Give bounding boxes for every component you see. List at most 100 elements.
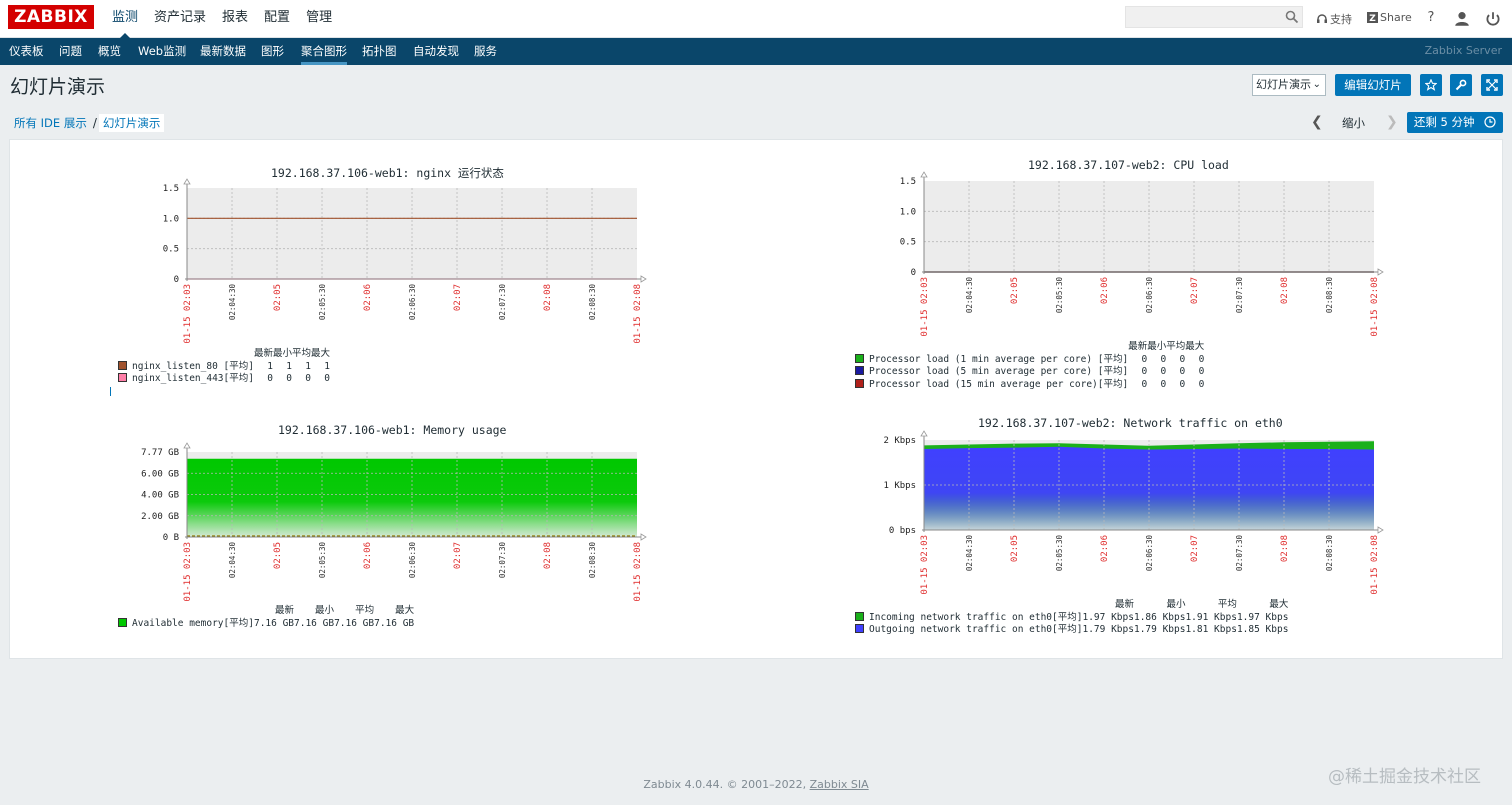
help-icon[interactable]: ? [1422, 9, 1440, 27]
edit-slideshow-button[interactable]: 编辑幻灯片 [1335, 74, 1411, 96]
legend-item-name-cell: nginx_listen_80 [118, 360, 224, 374]
x-tick-label: 01-15 02:03 [183, 542, 193, 602]
legend-func: [平均] [1052, 611, 1083, 623]
x-tick-label: 02:08 [543, 284, 553, 311]
legend-last: 0 [1141, 378, 1148, 390]
select-value: 幻灯片演示 [1256, 78, 1311, 91]
legend-min: 1.79 Kbps [1133, 624, 1186, 636]
subnav-maps[interactable]: 拓扑图 [362, 38, 397, 65]
legend-func: [平均] [1097, 378, 1129, 390]
legend-avg: 1.81 Kbps [1185, 624, 1237, 636]
legend-header-blank [118, 348, 224, 361]
x-tick-label: 02:04:30 [965, 535, 974, 572]
legend-color-swatch [855, 366, 864, 376]
footer-link[interactable]: Zabbix SIA [810, 778, 869, 791]
menu-configuration[interactable]: 配置 [256, 0, 298, 38]
legend-header-blank [224, 348, 254, 361]
legend-header: 最大 [1269, 599, 1289, 610]
support-link[interactable]: 支持 [1316, 11, 1352, 27]
legend-table: 最新 最小 平均 最大 Incoming network traffic on eth0… [855, 599, 1288, 637]
x-axis-arrow [640, 275, 647, 283]
refresh-timer-label: 还剩 5 分钟 [1413, 115, 1475, 129]
menu-monitoring[interactable]: 监测 [104, 0, 146, 39]
support-label: 支持 [1330, 13, 1352, 26]
legend-header: 最新 [1128, 341, 1148, 352]
x-tick-label: 02:06 [1100, 535, 1110, 562]
legend-max: 7.16 GB [374, 617, 415, 629]
legend-func: [平均] [223, 373, 254, 385]
legend-min: 0 [1160, 353, 1167, 365]
menu-administration[interactable]: 管理 [298, 0, 340, 38]
chevron-left-icon[interactable]: ❮ [1311, 114, 1323, 130]
x-tick-label: 02:07:30 [1235, 277, 1244, 314]
legend-header: 平均 [292, 348, 312, 359]
menu-inventory[interactable]: 资产记录 [146, 0, 214, 38]
fullscreen-button[interactable] [1481, 74, 1503, 96]
refresh-timer-button[interactable]: 还剩 5 分钟 [1407, 112, 1503, 133]
subnav-screens[interactable]: 聚合图形 [301, 38, 347, 65]
x-tick-label: 02:05:30 [1055, 535, 1064, 572]
page-title: 幻灯片演示 [10, 76, 106, 98]
legend-func: [平均] [1097, 366, 1129, 378]
x-tick-label: 02:07 [1190, 535, 1200, 562]
legend-header: 最小 [315, 605, 335, 616]
subnav-latest-data[interactable]: 最新数据 [200, 38, 246, 65]
subnav-services[interactable]: 服务 [474, 38, 497, 65]
legend-header: 最大 [395, 605, 415, 616]
subnav-web[interactable]: Web监测 [138, 38, 186, 65]
x-tick-label: 02:06:30 [408, 542, 417, 579]
subnav-graphs[interactable]: 图形 [261, 38, 284, 65]
breadcrumb-current[interactable]: 幻灯片演示 [98, 114, 165, 132]
legend-row: Available memory [平均] 7.16 GB 7.16 GB 7.16 G… [118, 617, 415, 631]
settings-button[interactable] [1450, 74, 1472, 96]
x-tick-label: 02:08 [1280, 277, 1290, 304]
legend-min: 0 [1160, 378, 1167, 390]
legend-header: 最小 [1147, 341, 1167, 352]
breadcrumb-all-screens[interactable]: 所有 IDE 展示 [10, 115, 91, 131]
legend-header: 平均 [355, 605, 375, 616]
zoom-out-label[interactable]: 缩小 [1342, 115, 1365, 131]
subnav-overview[interactable]: 概览 [98, 38, 121, 65]
legend-color-swatch [118, 373, 127, 383]
graph-canvas: 2 Kbps 1 Kbps 0 bps 01-15 02:03 02:04:30 02:0… [883, 430, 1384, 595]
page-type-select[interactable]: 幻灯片演示 ⌄ [1252, 74, 1326, 96]
y-tick-label: 2 Kbps [883, 436, 916, 446]
search-icon[interactable] [1285, 10, 1299, 24]
subnav-problems[interactable]: 问题 [59, 38, 82, 65]
zabbix-logo[interactable]: ZABBIX [8, 5, 94, 29]
graph-legend: 最新 最小 平均 最大 Available memory [平均] 7.16 GB 7.16 … [118, 605, 414, 630]
x-tick-label: 01-15 02:08 [1370, 277, 1380, 337]
legend-item-name: Available memory [132, 617, 224, 629]
legend-max: 0 [1198, 378, 1205, 390]
legend-last: 0 [1141, 353, 1148, 365]
favorite-star-button[interactable] [1420, 74, 1442, 96]
subnav-discovery[interactable]: 自动发现 [413, 38, 459, 65]
legend-item-name-cell: Processor load (1 min average per core) [855, 353, 1098, 367]
legend-header: 最新 [253, 348, 273, 359]
y-tick-label: 0.5 [900, 238, 916, 248]
legend-header-row: 最新 最小 平均 最大 [855, 599, 1288, 612]
legend-header-blank [224, 605, 254, 618]
y-tick-label: 0 [174, 275, 179, 285]
legend-color-swatch [855, 611, 864, 621]
search-input[interactable] [1125, 6, 1303, 28]
legend-item-name: nginx_listen_80 [132, 360, 218, 372]
legend-min: 0 [1160, 366, 1167, 378]
watermark: @稀土掘金技术社区 [1328, 767, 1481, 787]
logout-power-icon[interactable] [1484, 10, 1502, 28]
share-link[interactable]: Z Share [1367, 11, 1412, 24]
menu-reports[interactable]: 报表 [214, 0, 256, 38]
legend-min: 1 [286, 360, 292, 372]
y-tick-label: 1.0 [900, 207, 916, 217]
legend-header-blank [1052, 599, 1082, 612]
x-tick-label: 02:06:30 [1145, 277, 1154, 314]
subnav-dashboard[interactable]: 仪表板 [9, 38, 44, 65]
user-profile-icon[interactable] [1453, 10, 1471, 28]
legend-row: Incoming network traffic on eth0 [平均] 1.97… [855, 611, 1288, 625]
y-tick-label: 6.00 GB [141, 469, 179, 479]
y-axis-arrow [183, 178, 191, 185]
legend-table: 最新 最小 平均 最大 nginx_listen_80 [平均] 1 1 1 1 nginx_lis… [118, 348, 330, 386]
legend-max: 0 [324, 373, 331, 385]
graph-legend: 最新 最小 平均 最大 Processor load (1 min average pe… [855, 341, 1204, 391]
x-tick-label: 02:08 [1280, 535, 1290, 562]
